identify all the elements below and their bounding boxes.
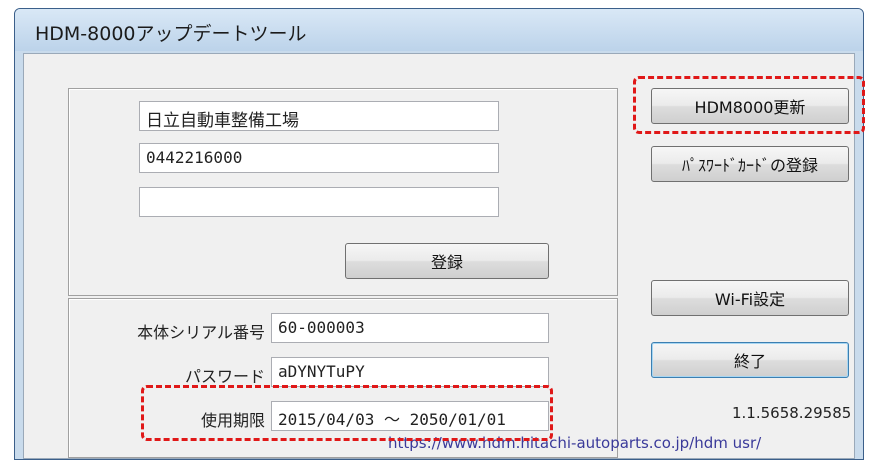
highlight-update-button <box>633 76 865 134</box>
password-card-register-button[interactable]: ﾊﾟｽﾜｰﾄﾞｶｰﾄﾞの登録 <box>651 146 849 182</box>
register-button[interactable]: 登録 <box>345 243 549 279</box>
window-title: HDM-8000アップデートツール <box>35 23 307 45</box>
highlight-expiry <box>141 385 553 441</box>
exit-button[interactable]: 終了 <box>651 342 849 378</box>
wifi-settings-button[interactable]: Wi-Fi設定 <box>651 280 849 316</box>
password-label: パスワード <box>184 367 265 386</box>
version-text: 1.1.5658.29585 <box>732 404 852 422</box>
serial-field[interactable]: 60-000003 <box>271 313 549 343</box>
extra-field[interactable] <box>139 187 499 217</box>
title-bar[interactable]: HDM-8000アップデートツール <box>15 9 863 51</box>
registration-group: 日立自動車整備工場 0442216000 登録 <box>68 88 618 296</box>
company-name-field[interactable]: 日立自動車整備工場 <box>139 101 499 131</box>
phone-field[interactable]: 0442216000 <box>139 143 499 173</box>
serial-label: 本体シリアル番号 <box>137 323 265 342</box>
password-field[interactable]: aDYNYTuPY <box>271 357 549 387</box>
